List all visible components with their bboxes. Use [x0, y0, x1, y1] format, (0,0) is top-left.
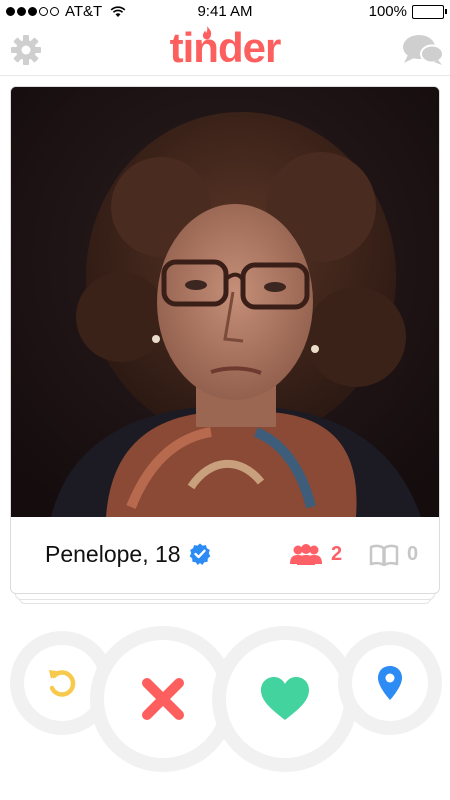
location-button[interactable]: [352, 645, 428, 721]
battery-label: 100%: [368, 3, 407, 20]
like-button[interactable]: [226, 640, 344, 758]
x-icon: [142, 678, 184, 720]
status-bar: AT&T 9:41 AM 100%: [0, 0, 450, 24]
app-header: tinder: [0, 24, 450, 76]
messages-button[interactable]: [402, 33, 444, 67]
card-info-bar: Penelope, 18 2 0: [11, 517, 439, 593]
profile-card[interactable]: Penelope, 18 2 0: [10, 86, 440, 594]
profile-name-age: Penelope, 18: [45, 541, 181, 567]
tinder-logo: tinder: [169, 24, 282, 71]
rewind-button[interactable]: [24, 645, 100, 721]
shared-friends-count: 2: [331, 543, 343, 565]
chat-bubbles-icon: [403, 35, 444, 65]
battery-icon: [412, 4, 447, 19]
friends-icon: [290, 543, 322, 565]
shared-interests-count: 0: [407, 543, 419, 565]
status-right: 100%: [368, 3, 447, 20]
pin-icon: [378, 666, 402, 700]
shared-interests[interactable]: 0: [369, 543, 418, 566]
verified-badge-icon: [189, 543, 211, 565]
nope-button[interactable]: [104, 640, 222, 758]
flame-icon: [202, 26, 212, 40]
book-icon: [369, 544, 399, 566]
rewind-icon: [49, 670, 76, 697]
shared-friends[interactable]: 2: [289, 543, 342, 566]
profile-photo: [11, 87, 439, 517]
heart-icon: [261, 677, 309, 720]
